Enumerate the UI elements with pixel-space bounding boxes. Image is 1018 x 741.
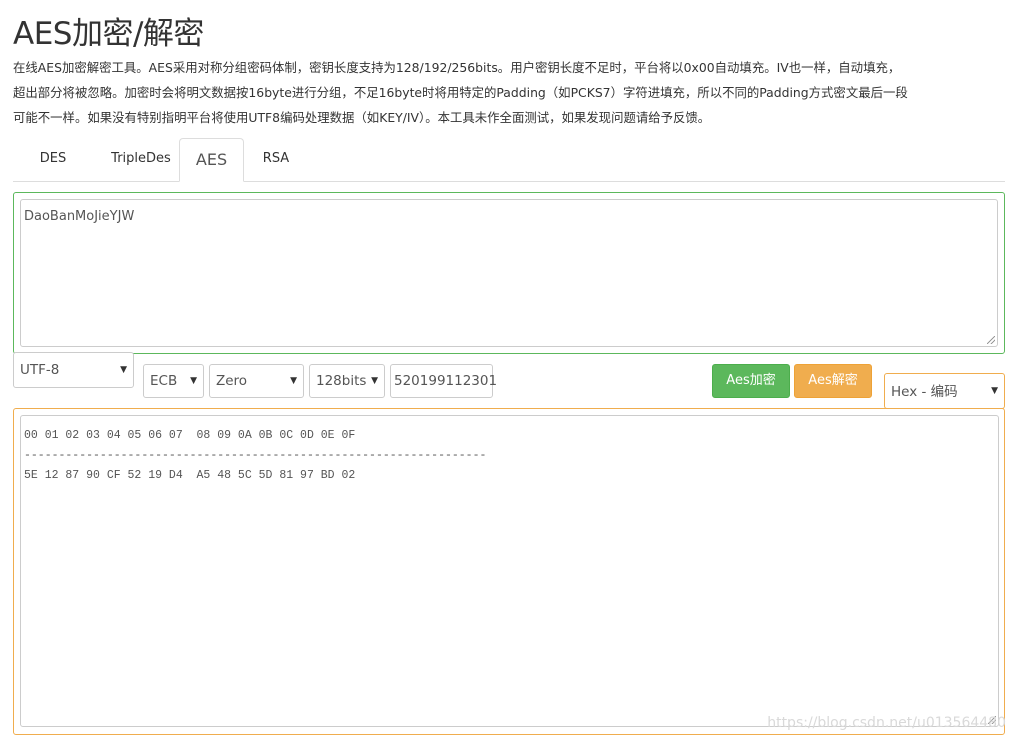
encoding-select[interactable]: UTF-8 ▼: [13, 352, 134, 388]
chevron-down-icon: ▼: [190, 376, 197, 386]
hex-header-line: 00 01 02 03 04 05 06 07 08 09 0A 0B 0C 0…: [24, 429, 356, 442]
key-size-value: 128bits: [316, 373, 367, 389]
plaintext-input[interactable]: DaoBanMoJieYJW: [20, 199, 998, 347]
watermark: https://blog.csdn.net/u013564480: [767, 715, 1006, 731]
tool-description: 在线AES加密解密工具。AES采用对称分组密码体制，密钥长度支持为128/192…: [13, 55, 1003, 130]
output-format-value: Hex - 编码: [891, 384, 958, 400]
hex-separator-line: ----------------------------------------…: [24, 449, 487, 462]
padding-select[interactable]: Zero ▼: [209, 364, 304, 398]
tab-aes[interactable]: AES: [179, 138, 244, 182]
description-line: 可能不一样。如果没有特别指明平台将使用UTF8编码处理数据（如KEY/IV）。本…: [13, 110, 711, 125]
key-input[interactable]: 520199112301: [390, 364, 497, 398]
plaintext-panel: DaoBanMoJieYJW: [13, 192, 1005, 354]
hex-data-line: 5E 12 87 90 CF 52 19 D4 A5 48 5C 5D 81 9…: [24, 469, 356, 482]
chevron-down-icon: ▼: [120, 365, 127, 375]
output-format-select[interactable]: Hex - 编码 ▼: [884, 373, 1005, 409]
description-line: 在线AES加密解密工具。AES采用对称分组密码体制，密钥长度支持为128/192…: [13, 60, 901, 75]
page-title: AES加密/解密: [13, 16, 204, 52]
algorithm-tabs: DES TripleDes AES RSA: [13, 138, 1005, 182]
page: AES加密/解密 在线AES加密解密工具。AES采用对称分组密码体制，密钥长度支…: [0, 0, 1018, 741]
mode-select[interactable]: ECB ▼: [143, 364, 204, 398]
ciphertext-panel: 00 01 02 03 04 05 06 07 08 09 0A 0B 0C 0…: [13, 408, 1005, 735]
aes-decrypt-button[interactable]: Aes解密: [794, 364, 872, 398]
encoding-value: UTF-8: [20, 362, 60, 378]
mode-value: ECB: [150, 373, 178, 389]
description-line: 超出部分将被忽略。加密时会将明文数据按16byte进行分组，不足16byte时将…: [13, 85, 908, 100]
tab-des[interactable]: DES: [13, 138, 93, 182]
chevron-down-icon: ▼: [991, 386, 998, 396]
tab-rsa[interactable]: RSA: [247, 138, 305, 182]
key-size-select[interactable]: 128bits ▼: [309, 364, 385, 398]
padding-value: Zero: [216, 373, 248, 389]
aes-encrypt-button[interactable]: Aes加密: [712, 364, 790, 398]
ciphertext-output[interactable]: 00 01 02 03 04 05 06 07 08 09 0A 0B 0C 0…: [20, 415, 999, 727]
plaintext-value: DaoBanMoJieYJW: [24, 209, 135, 224]
key-value: 520199112301: [394, 373, 498, 389]
tab-tripledes[interactable]: TripleDes: [93, 138, 189, 182]
chevron-down-icon: ▼: [371, 376, 378, 386]
resize-grip-icon[interactable]: [987, 336, 995, 344]
chevron-down-icon: ▼: [290, 376, 297, 386]
